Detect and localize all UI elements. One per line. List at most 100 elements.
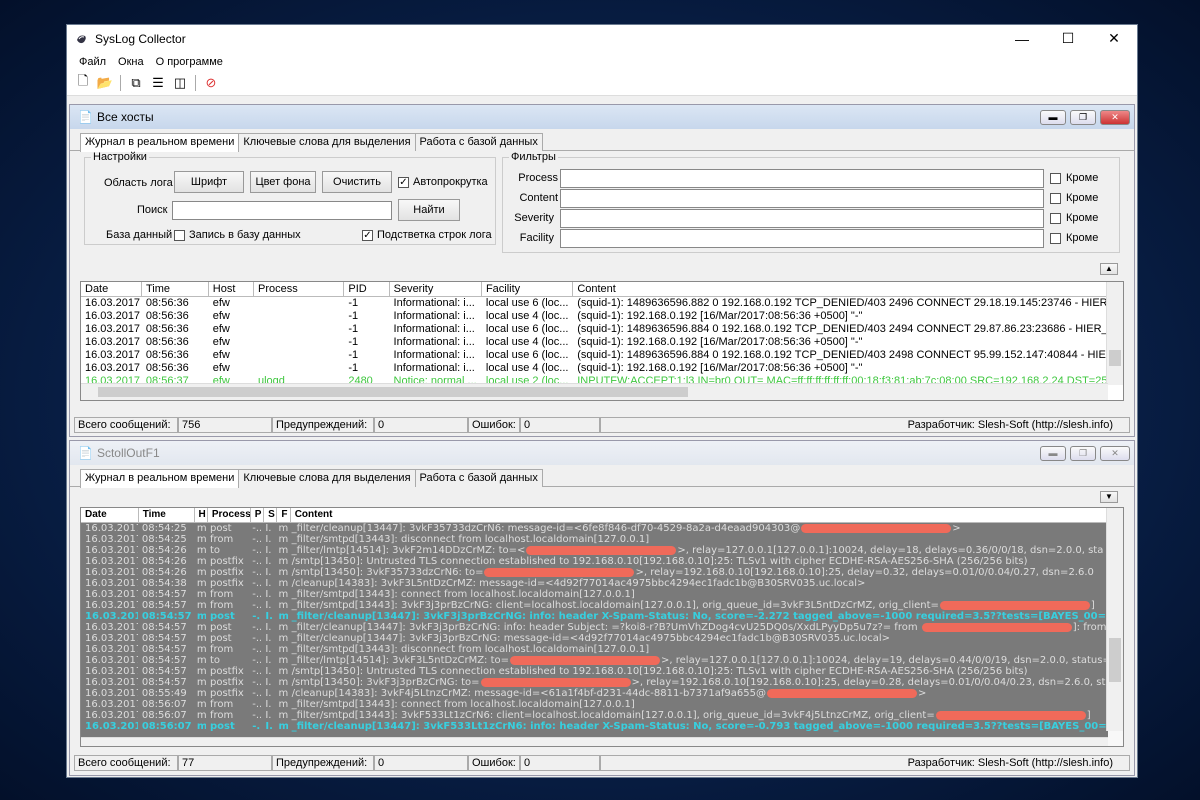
tab-database[interactable]: Работа с базой данных (414, 133, 543, 151)
table-row[interactable]: 16.03.2017 08:56:36 efw -1 Informational: i.… (81, 297, 1123, 310)
table-row[interactable]: 16.03.2017 08:54:38 m postfix -.. I. m/cleanup… (81, 578, 1108, 589)
table-row[interactable]: 16.03.2017 08:54:57 m postfix -.. I. m/smtp[13… (81, 666, 1108, 677)
column-header-date[interactable]: Date (81, 508, 139, 522)
column-header-time[interactable]: Time (139, 508, 195, 522)
filter-input-facility[interactable] (560, 229, 1044, 248)
new-file-icon[interactable]: 🗋 (73, 73, 93, 93)
cell-f: m (278, 523, 288, 534)
column-header-facility[interactable]: Facility (482, 282, 574, 296)
table-row[interactable]: 16.03.2017 08:56:36 efw -1 Informational: i.… (81, 349, 1123, 362)
column-header-h[interactable]: H (195, 508, 208, 522)
table-row[interactable]: 16.03.201708:54:57mpost-..I.m_filter/cle… (81, 611, 1108, 622)
table-row[interactable]: 16.03.2017 08:54:25 m post -.. I. m _filter/cle… (81, 523, 1108, 534)
table-row[interactable]: 16.03.201708:56:07mpost-..I.m_filter/cle… (81, 721, 1108, 732)
column-header-content[interactable]: Content (291, 508, 1123, 522)
table-row[interactable]: 16.03.2017 08:56:36 efw -1 Informational: i.… (81, 310, 1123, 323)
filter-except-checkbox[interactable] (1050, 193, 1061, 204)
table-row[interactable]: 16.03.2017 08:56:07 m from -.. I. m _filter/smt… (81, 710, 1108, 721)
tab-realtime-log[interactable]: Журнал в реальном времени (80, 133, 240, 152)
maximize-button[interactable]: ☐ (1045, 25, 1091, 52)
filter-except-checkbox[interactable] (1050, 173, 1061, 184)
column-header-severity[interactable]: Severity (390, 282, 482, 296)
cell-severity: Informational: i... (393, 297, 475, 309)
table-row[interactable]: 16.03.201708:54:57mpost-..I.m_filter/cle… (81, 633, 1108, 644)
table-row[interactable]: 16.03.2017 08:54:57 m to -.. I. m _filter/lmtp[… (81, 655, 1108, 666)
column-header-s[interactable]: S (264, 508, 278, 522)
autoscroll-checkbox[interactable]: ✓ (398, 177, 409, 188)
open-folder-icon[interactable]: 📂 (95, 73, 115, 93)
total-messages-value: 756 (178, 416, 272, 433)
tab-keywords[interactable]: Ключевые слова для выделения (238, 469, 416, 487)
expand-panel-button[interactable]: ▼ (1100, 491, 1118, 503)
table-row[interactable]: 16.03.2017 08:54:26 m postfix -.. I. m/smtp[13… (81, 567, 1108, 578)
menu-windows[interactable]: Окна (112, 56, 150, 68)
filter-except-checkbox[interactable] (1050, 213, 1061, 224)
cell-process (254, 297, 344, 310)
stop-icon[interactable]: ⊘ (201, 73, 221, 93)
cell-content: /smtp[13450]: 3vkF3j3prBzCrNG: to= >, rel… (288, 677, 1108, 688)
log-grid: Date Time Host Process PID Severity Facility Co… (80, 281, 1124, 401)
filter-except-checkbox[interactable] (1050, 233, 1061, 244)
table-row[interactable]: 16.03.201708:54:57mpost-..I.m_filter/cle… (81, 622, 1108, 633)
column-header-f[interactable]: F (277, 508, 291, 522)
table-row[interactable]: 16.03.2017 08:56:36 efw -1 Informational: i.… (81, 323, 1123, 336)
mdi-restore-button[interactable]: ❐ (1070, 445, 1096, 461)
table-row[interactable]: 16.03.2017 08:54:57 m from -.. I. m _filter/smt… (81, 589, 1108, 600)
filter-input-content[interactable] (560, 189, 1044, 208)
column-header-process[interactable]: Process (254, 282, 345, 296)
cell-h: m (196, 556, 206, 567)
cell-process: from (209, 699, 234, 710)
vertical-scrollbar[interactable] (1106, 282, 1123, 385)
search-input[interactable] (172, 201, 392, 220)
mdi-minimize-button[interactable]: ▬ (1040, 109, 1066, 125)
find-button[interactable]: Найти (398, 199, 460, 221)
cell-content: (squid-1): 1489636596.882 0 192.168.0.19… (577, 297, 1123, 309)
highlight-checkbox[interactable]: ✓ (362, 230, 373, 241)
table-row[interactable]: 16.03.2017 08:56:36 efw -1 Informational: i.… (81, 336, 1123, 349)
cell-p: -.. (252, 556, 262, 567)
menu-about[interactable]: О программе (150, 56, 229, 68)
tile-vertical-icon[interactable]: ◫ (170, 73, 190, 93)
cell-date: 16.03.2017 (85, 644, 138, 655)
column-header-pid[interactable]: PID (344, 282, 390, 296)
mdi-close-button[interactable]: ✕ (1100, 109, 1130, 125)
column-header-host[interactable]: Host (209, 282, 254, 296)
background-color-button[interactable]: Цвет фона (250, 171, 316, 193)
table-row[interactable]: 16.03.2017 08:55:49 m postfix -.. I. m/cleanup… (81, 688, 1108, 699)
table-row[interactable]: 16.03.2017 08:56:07 m from -.. I. m _filter/smt… (81, 699, 1108, 710)
collapse-panel-button[interactable]: ▲ (1100, 263, 1118, 275)
column-header-date[interactable]: Date (81, 282, 142, 296)
vertical-scrollbar[interactable] (1106, 508, 1123, 731)
horizontal-scrollbar[interactable] (81, 383, 1108, 400)
font-button[interactable]: Шрифт (174, 171, 244, 193)
clear-button[interactable]: Очистить (322, 171, 392, 193)
minimize-button[interactable]: — (999, 25, 1045, 52)
tab-keywords[interactable]: Ключевые слова для выделения (238, 133, 416, 151)
filter-input-process[interactable] (560, 169, 1044, 188)
filter-input-severity[interactable] (560, 209, 1044, 228)
tile-horizontal-icon[interactable]: ☰ (148, 73, 168, 93)
column-header-time[interactable]: Time (142, 282, 209, 296)
horizontal-scrollbar[interactable] (81, 737, 1108, 746)
menu-file[interactable]: Файл (73, 56, 112, 68)
column-header-process[interactable]: Process (208, 508, 251, 522)
table-row[interactable]: 16.03.2017 08:54:57 m from -.. I. m _filter/smt… (81, 644, 1108, 655)
table-row[interactable]: 16.03.2017 08:54:57 m from -.. I. m _filter/smt… (81, 600, 1108, 611)
column-header-content[interactable]: Content (573, 282, 1123, 296)
table-row[interactable]: 16.03.2017 08:54:57 m postfix -.. I. m/smtp[13… (81, 677, 1108, 688)
mdi-restore-button[interactable]: ❐ (1070, 109, 1096, 125)
table-row[interactable]: 16.03.2017 08:54:26 m postfix -.. I. m/smtp[13… (81, 556, 1108, 567)
mdi-minimize-button[interactable]: ▬ (1040, 445, 1066, 461)
mdi-close-button[interactable]: ✕ (1100, 445, 1130, 461)
tab-database[interactable]: Работа с базой данных (414, 469, 543, 487)
table-row[interactable]: 16.03.2017 08:56:36 efw -1 Informational: i.… (81, 362, 1123, 375)
close-button[interactable]: ✕ (1091, 25, 1137, 52)
db-write-checkbox[interactable] (174, 230, 185, 241)
cascade-windows-icon[interactable]: ⧉ (126, 73, 146, 93)
column-header-p[interactable]: P (251, 508, 265, 522)
cell-p: -.. (252, 688, 262, 699)
table-row[interactable]: 16.03.2017 08:54:26 m to -.. I. m _filter/lmtp[… (81, 545, 1108, 556)
cell-process (254, 310, 344, 323)
table-row[interactable]: 16.03.2017 08:54:25 m from -.. I. m _filter/smt… (81, 534, 1108, 545)
tab-realtime-log[interactable]: Журнал в реальном времени (80, 469, 240, 488)
